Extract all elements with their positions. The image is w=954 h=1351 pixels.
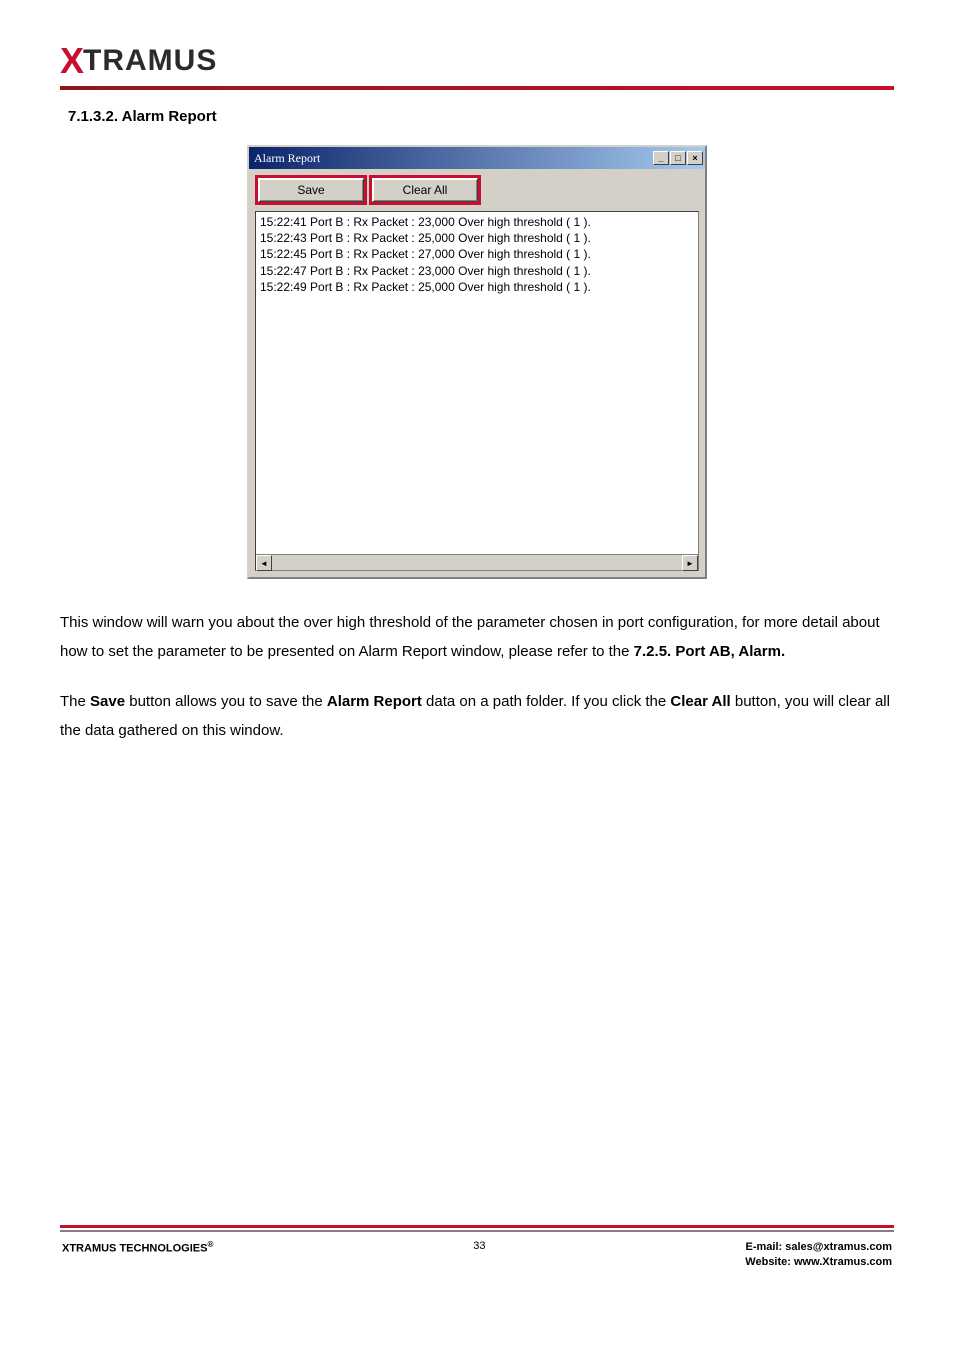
paragraph-1: This window will warn you about the over…	[60, 609, 894, 666]
window-titlebar: Alarm Report _ □ ×	[249, 147, 705, 169]
brand-logo: XTRAMUS	[60, 40, 894, 82]
registered-mark: ®	[207, 1240, 213, 1249]
text: data on a path folder. If you click the	[422, 693, 671, 710]
text-bold: Alarm Report	[327, 693, 422, 710]
log-line: 15:22:41 Port B : Rx Packet : 23,000 Ove…	[260, 214, 694, 230]
text-bold: Clear All	[670, 693, 730, 710]
close-button[interactable]: ×	[687, 151, 703, 165]
save-button[interactable]: Save	[258, 178, 364, 202]
footer-right: E-mail: sales@xtramus.com Website: www.X…	[745, 1240, 892, 1271]
log-line: 15:22:49 Port B : Rx Packet : 25,000 Ove…	[260, 279, 694, 295]
log-content-area: 15:22:41 Port B : Rx Packet : 23,000 Ove…	[255, 211, 699, 571]
log-line: 15:22:47 Port B : Rx Packet : 23,000 Ove…	[260, 263, 694, 279]
alarm-report-screenshot: Alarm Report _ □ × Save Clear All 15:22:…	[60, 145, 894, 579]
log-lines: 15:22:41 Port B : Rx Packet : 23,000 Ove…	[256, 212, 698, 554]
page-number: 33	[473, 1240, 485, 1252]
header-divider	[60, 86, 894, 90]
footer-left: XTRAMUS TECHNOLOGIES®	[62, 1240, 213, 1255]
logo-prefix: X	[60, 40, 83, 82]
horizontal-scrollbar[interactable]: ◄ ►	[256, 554, 698, 570]
window-controls: _ □ ×	[653, 151, 703, 165]
alarm-report-window: Alarm Report _ □ × Save Clear All 15:22:…	[247, 145, 707, 579]
section-heading: 7.1.3.2. Alarm Report	[68, 108, 894, 125]
log-line: 15:22:43 Port B : Rx Packet : 25,000 Ove…	[260, 230, 694, 246]
footer-website: Website: www.Xtramus.com	[745, 1255, 892, 1270]
text: The	[60, 693, 90, 710]
footer: XTRAMUS TECHNOLOGIES® 33 E-mail: sales@x…	[60, 1240, 894, 1291]
log-line: 15:22:45 Port B : Rx Packet : 27,000 Ove…	[260, 246, 694, 262]
text-bold: Save	[90, 693, 125, 710]
minimize-button[interactable]: _	[653, 151, 669, 165]
highlight-clear-all: Clear All	[369, 175, 481, 205]
text: button allows you to save the	[125, 693, 327, 710]
footer-email: E-mail: sales@xtramus.com	[745, 1240, 892, 1255]
scroll-right-button[interactable]: ►	[682, 555, 698, 571]
highlight-save: Save	[255, 175, 367, 205]
paragraph-2: The Save button allows you to save the A…	[60, 688, 894, 745]
logo-text: TRAMUS	[83, 44, 217, 78]
maximize-button[interactable]: □	[670, 151, 686, 165]
text-bold: 7.2.5. Port AB, Alarm.	[634, 643, 785, 660]
clear-all-button[interactable]: Clear All	[372, 178, 478, 202]
footer-rule-red	[60, 1225, 894, 1228]
window-title: Alarm Report	[254, 151, 320, 166]
toolbar: Save Clear All	[249, 169, 705, 211]
footer-rule-grey	[60, 1230, 894, 1232]
scroll-left-button[interactable]: ◄	[256, 555, 272, 571]
footer-company: XTRAMUS TECHNOLOGIES	[62, 1243, 207, 1255]
